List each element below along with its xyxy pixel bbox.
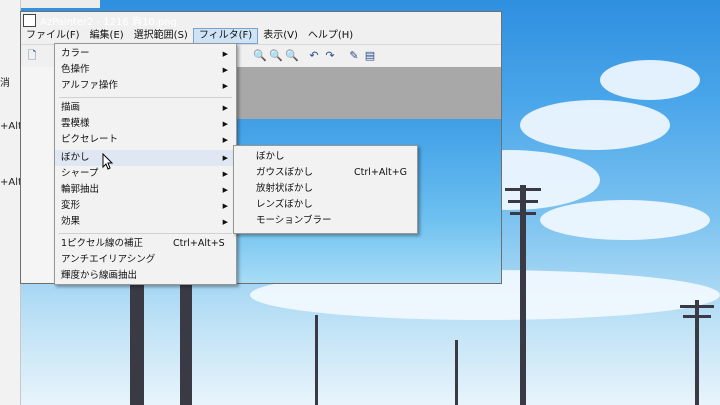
canvas-background xyxy=(235,67,501,119)
cloud xyxy=(600,60,700,100)
panel-label: +Alt xyxy=(0,177,22,188)
menu-item-alpha-ops[interactable]: アルファ操作 ▶ xyxy=(55,78,236,94)
menu-item-blur[interactable]: ぼかし ▶ xyxy=(55,150,236,166)
menu-file[interactable]: ファイル(F) xyxy=(21,29,85,43)
layer-icon[interactable]: ▤ xyxy=(363,49,377,63)
brush-icon[interactable]: ✎ xyxy=(347,49,361,63)
pole-crossbar xyxy=(683,315,711,318)
undo-icon[interactable]: ↶ xyxy=(307,49,321,63)
menu-filter[interactable]: フィルタ(F) xyxy=(192,28,259,44)
zoom-reset-icon[interactable]: 🔍 xyxy=(285,49,299,63)
menu-item-transform[interactable]: 変形 ▶ xyxy=(55,198,236,214)
menu-edit[interactable]: 編集(E) xyxy=(85,29,129,43)
menu-item-pixelate[interactable]: ピクセレート ▶ xyxy=(55,132,236,148)
cloud xyxy=(520,100,670,150)
redo-icon[interactable]: ↷ xyxy=(323,49,337,63)
blur-submenu: ぼかし ガウスぼかし Ctrl+Alt+G 放射状ぼかし レンズぼかし モーション… xyxy=(233,145,418,234)
mouse-pointer-icon xyxy=(102,153,114,170)
utility-pole xyxy=(520,185,526,405)
utility-pole xyxy=(455,340,458,405)
app-icon xyxy=(23,13,36,27)
new-file-icon[interactable]: 🗋 xyxy=(25,49,39,63)
submenu-item-lens-blur[interactable]: レンズぼかし xyxy=(234,197,417,213)
window-title: AzPainter2 - 1216 肩10.png xyxy=(40,16,177,28)
menu-item-effects[interactable]: 効果 ▶ xyxy=(55,214,236,230)
menu-item-draw[interactable]: 描画 ▶ xyxy=(55,100,236,116)
background-panel: 消 +Alt +Alt xyxy=(0,0,22,405)
menu-item-color-ops[interactable]: 色操作 ▶ xyxy=(55,62,236,78)
panel-label: +Alt xyxy=(0,121,22,132)
pole-crossbar xyxy=(505,188,541,191)
menu-item-edge-detect[interactable]: 輪郭抽出 ▶ xyxy=(55,182,236,198)
zoom-out-icon[interactable]: 🔍 xyxy=(253,49,267,63)
menu-separator xyxy=(59,233,232,234)
submenu-item-blur[interactable]: ぼかし xyxy=(234,149,417,165)
side-panel xyxy=(21,67,58,283)
menu-item-clouds[interactable]: 雲模様 ▶ xyxy=(55,116,236,132)
menu-selection[interactable]: 選択範囲(S) xyxy=(129,29,193,43)
menu-help[interactable]: ヘルプ(H) xyxy=(303,29,358,43)
pole-crossbar xyxy=(510,212,536,215)
menu-item-antialiasing[interactable]: アンチエイリアシング xyxy=(55,252,236,268)
utility-pole xyxy=(315,315,318,405)
submenu-item-radial-blur[interactable]: 放射状ぼかし xyxy=(234,181,417,197)
submenu-item-gaussian-blur[interactable]: ガウスぼかし Ctrl+Alt+G xyxy=(234,165,417,181)
menu-item-lineart-extract[interactable]: 輝度から線画抽出 xyxy=(55,268,236,284)
cloud xyxy=(540,200,710,240)
menu-view[interactable]: 表示(V) xyxy=(258,29,303,43)
menu-item-1px-line-fix[interactable]: 1ピクセル線の補正 Ctrl+Alt+S xyxy=(55,236,236,252)
tree-trunk xyxy=(130,282,144,405)
menu-item-sharpen[interactable]: シャープ ▶ xyxy=(55,166,236,182)
menu-item-color[interactable]: カラー ▶ xyxy=(55,46,236,62)
menu-separator xyxy=(59,97,232,98)
filter-menu: カラー ▶ 色操作 ▶ アルファ操作 ▶ 描画 ▶ 雲模様 ▶ ピクセレート ▶ ぼかし ▶ … xyxy=(54,43,237,285)
title-bar[interactable]: AzPainter2 - 1216 肩10.png xyxy=(21,12,501,28)
submenu-item-motion-blur[interactable]: モーションブラー xyxy=(234,213,417,229)
tree-trunk xyxy=(180,282,192,405)
panel-label: 消 xyxy=(0,78,10,89)
pole-crossbar xyxy=(508,200,538,203)
pole-crossbar xyxy=(680,305,714,308)
zoom-in-icon[interactable]: 🔍 xyxy=(269,49,283,63)
